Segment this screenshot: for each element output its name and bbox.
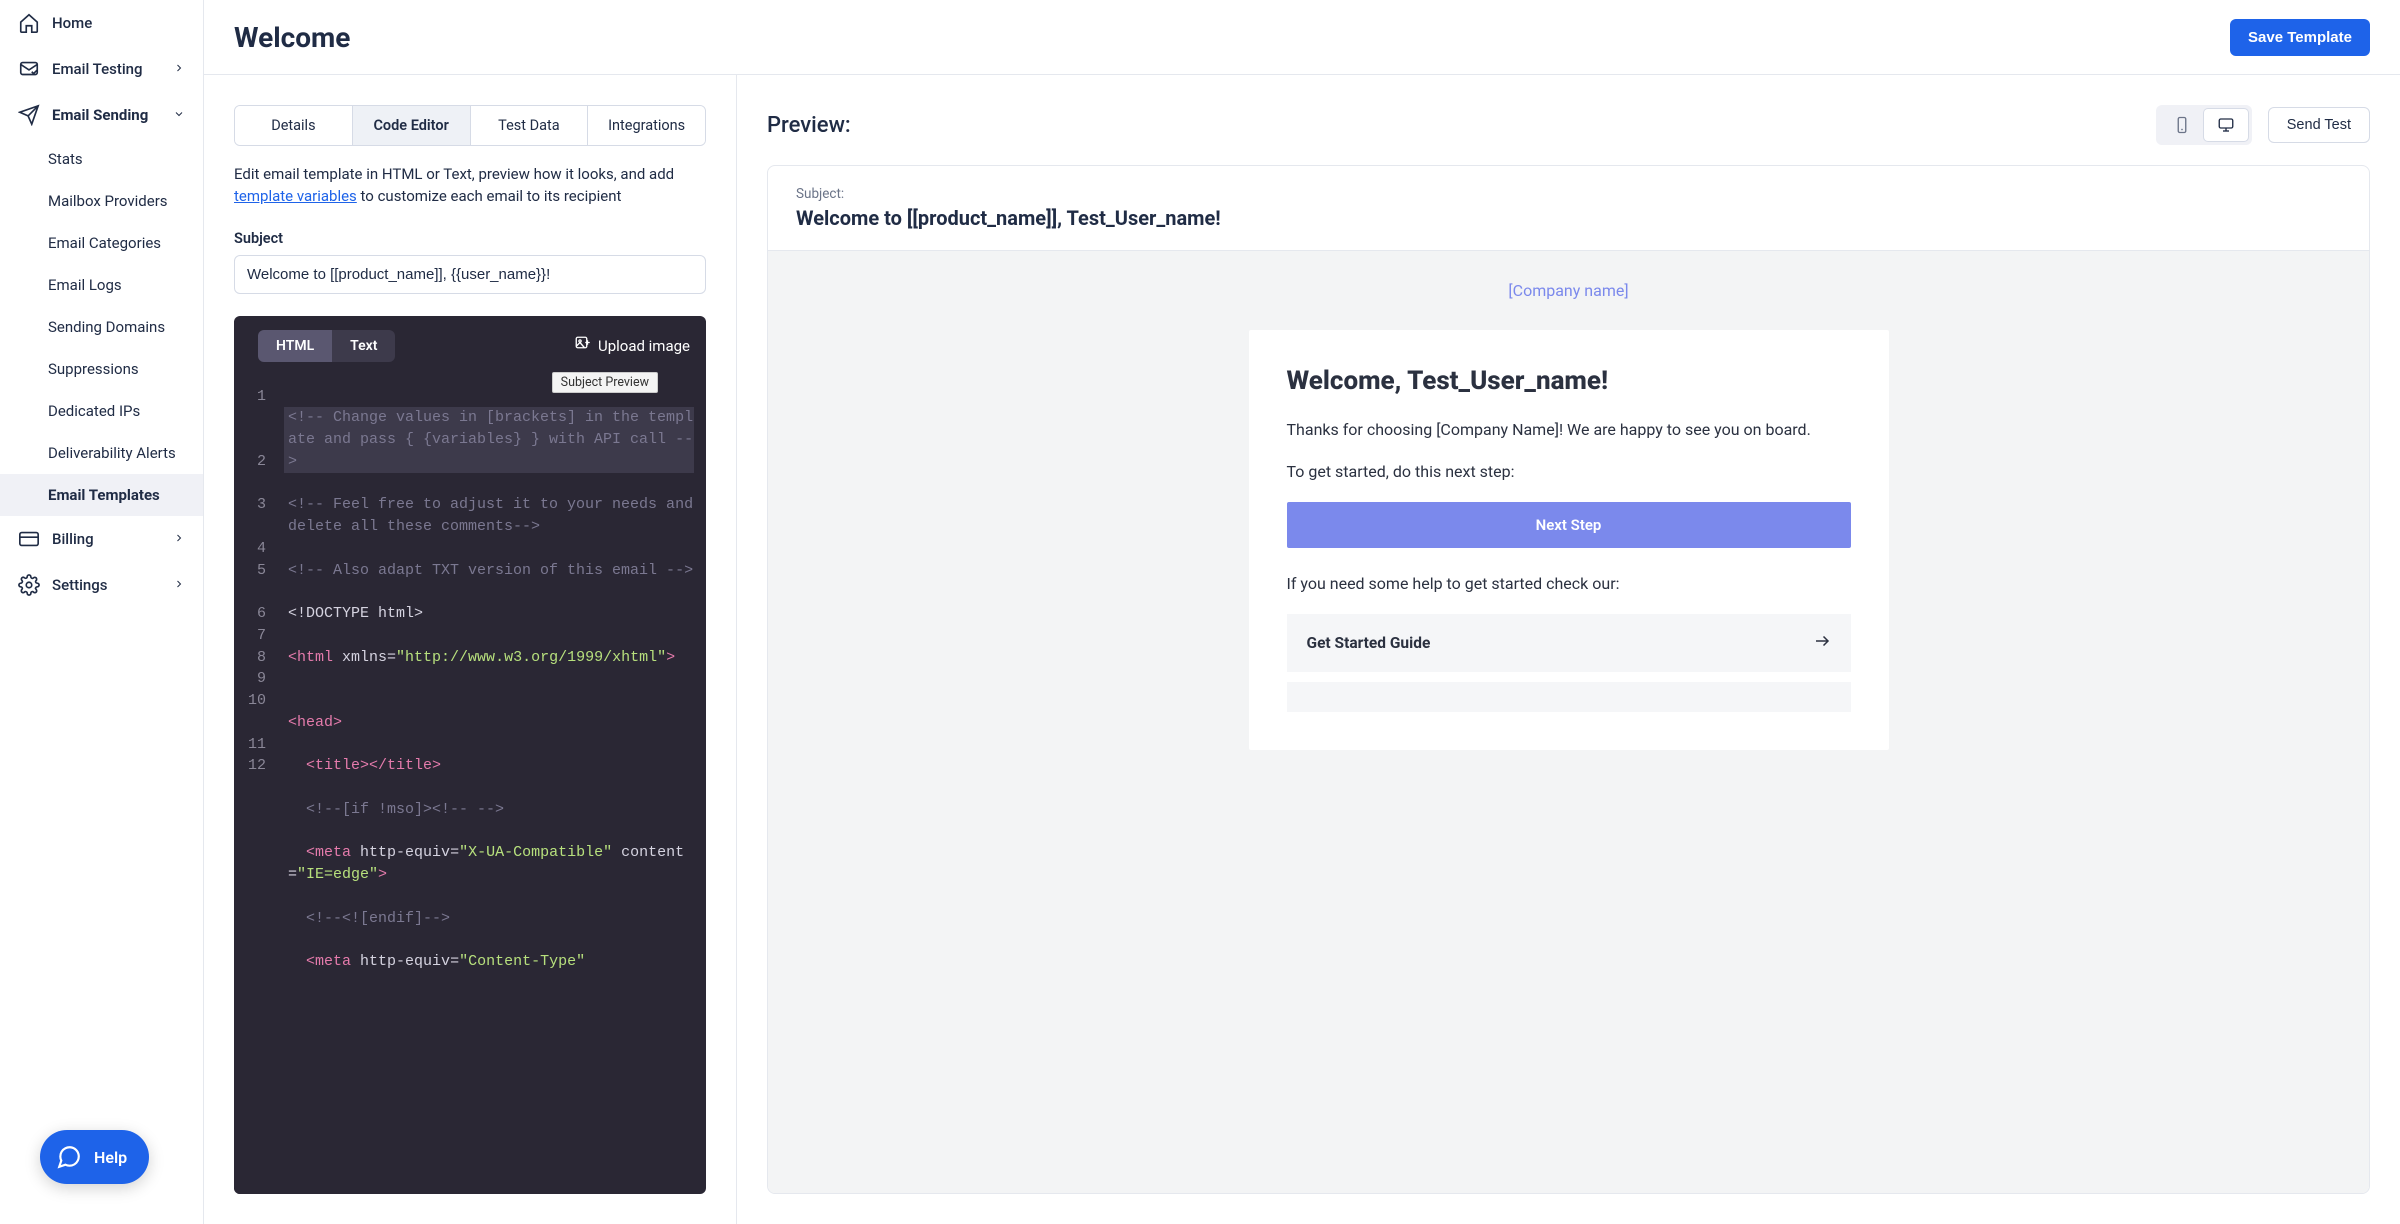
- page-header: Welcome Save Template: [204, 0, 2400, 75]
- nav-email-sending-label: Email Sending: [52, 106, 148, 124]
- tooltip: Subject Preview: [552, 372, 658, 393]
- chevron-down-icon: [173, 106, 185, 124]
- device-mobile[interactable]: [2160, 109, 2204, 141]
- nav-home-label: Home: [52, 14, 92, 32]
- next-step-button[interactable]: Next Step: [1287, 502, 1851, 548]
- preview-title: Preview:: [767, 113, 851, 138]
- nav-mailbox-providers[interactable]: Mailbox Providers: [0, 180, 203, 222]
- paper-plane-icon: [18, 104, 40, 126]
- instructions-text: Edit email template in HTML or Text, pre…: [234, 164, 706, 208]
- nav-stats[interactable]: Stats: [0, 138, 203, 180]
- nav-billing[interactable]: Billing: [0, 516, 203, 562]
- email-heading: Welcome, Test_User_name!: [1287, 366, 1851, 396]
- email-paragraph: To get started, do this next step:: [1287, 460, 1851, 484]
- nav-email-sending[interactable]: Email Sending: [0, 92, 203, 138]
- editor-tabs: Details Code Editor Test Data Integratio…: [234, 105, 706, 146]
- email-body-preview: [Company name] Welcome, Test_User_name! …: [768, 251, 2369, 1194]
- sidebar: Home Email Testing Email Sending Stats M…: [0, 0, 204, 1224]
- preview-frame: Subject: Welcome to [[product_name]], Te…: [767, 165, 2370, 1194]
- editor-pane: Details Code Editor Test Data Integratio…: [204, 75, 737, 1224]
- home-icon: [18, 12, 40, 34]
- gear-icon: [18, 574, 40, 596]
- nav-dedicated-ips[interactable]: Dedicated IPs: [0, 390, 203, 432]
- nav-settings-label: Settings: [52, 576, 108, 594]
- code-lines[interactable]: <!-- Change values in [brackets] in the …: [284, 376, 706, 1195]
- chevron-right-icon: [173, 60, 185, 78]
- format-html[interactable]: HTML: [258, 330, 332, 362]
- device-toggle: [2156, 105, 2252, 145]
- subject-label: Subject: [234, 230, 706, 247]
- image-plus-icon: [574, 335, 592, 357]
- tab-details[interactable]: Details: [235, 106, 353, 145]
- format-text[interactable]: Text: [332, 330, 395, 362]
- preview-pane: Preview: Send Test Subject: Welc: [737, 75, 2400, 1224]
- format-toggle: HTML Text: [258, 330, 395, 362]
- code-editor: HTML Text Upload image Subject Preview: [234, 316, 706, 1195]
- help-icon: [54, 1142, 84, 1172]
- tab-integrations[interactable]: Integrations: [588, 106, 705, 145]
- chevron-right-icon: [173, 530, 185, 548]
- page-title: Welcome: [234, 21, 350, 54]
- tab-test-data[interactable]: Test Data: [471, 106, 589, 145]
- nav-email-templates[interactable]: Email Templates: [0, 474, 203, 516]
- credit-card-icon: [18, 528, 40, 550]
- email-paragraph: If you need some help to get started che…: [1287, 572, 1851, 596]
- save-template-button[interactable]: Save Template: [2230, 19, 2370, 56]
- chevron-right-icon: [173, 576, 185, 594]
- template-variables-link[interactable]: template variables: [234, 187, 357, 205]
- nav-settings[interactable]: Settings: [0, 562, 203, 608]
- preview-subject-value: Welcome to [[product_name]], Test_User_n…: [796, 206, 2341, 230]
- nav-deliverability-alerts[interactable]: Deliverability Alerts: [0, 432, 203, 474]
- help-widget[interactable]: Help: [40, 1130, 149, 1184]
- nav-email-logs[interactable]: Email Logs: [0, 264, 203, 306]
- company-name: [Company name]: [790, 281, 2347, 300]
- resource-row-partial[interactable]: [1287, 682, 1851, 712]
- send-test-button[interactable]: Send Test: [2268, 107, 2370, 143]
- nav-sending-domains[interactable]: Sending Domains: [0, 306, 203, 348]
- nav-email-testing-label: Email Testing: [52, 60, 143, 78]
- nav-home[interactable]: Home: [0, 0, 203, 46]
- nav-email-categories[interactable]: Email Categories: [0, 222, 203, 264]
- tab-code-editor[interactable]: Code Editor: [353, 106, 471, 145]
- upload-image-link[interactable]: Upload image: [574, 335, 690, 357]
- preview-subject-label: Subject:: [796, 186, 2341, 202]
- resource-guide[interactable]: Get Started Guide: [1287, 614, 1851, 672]
- nav-email-testing[interactable]: Email Testing: [0, 46, 203, 92]
- code-body[interactable]: 1 2 3 4 5 6 7 8 9 10 11 12: [234, 376, 706, 1195]
- arrow-right-icon: [1813, 632, 1831, 654]
- nav-billing-label: Billing: [52, 530, 94, 548]
- email-paragraph: Thanks for choosing [Company Name]! We a…: [1287, 418, 1851, 442]
- subject-input[interactable]: [234, 255, 706, 294]
- line-gutter: 1 2 3 4 5 6 7 8 9 10 11 12: [234, 376, 284, 1195]
- nav-suppressions[interactable]: Suppressions: [0, 348, 203, 390]
- device-desktop[interactable]: [2204, 109, 2248, 141]
- envelope-check-icon: [18, 58, 40, 80]
